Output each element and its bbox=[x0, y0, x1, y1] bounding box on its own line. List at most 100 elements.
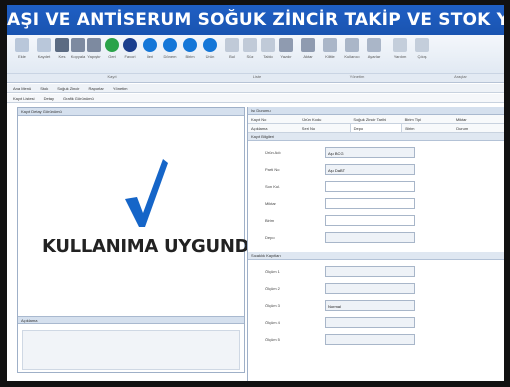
form-field[interactable]: Aşı BCG bbox=[325, 147, 415, 158]
form-label: Ölçüm 3 bbox=[265, 303, 280, 308]
form-label: Depo bbox=[265, 235, 275, 240]
ribbon-button-15[interactable]: Aktar bbox=[297, 38, 319, 59]
star-icon bbox=[123, 38, 137, 52]
form-field[interactable] bbox=[325, 181, 415, 192]
preview-panel-header: Kayıt Detay Görünümü bbox=[18, 108, 244, 116]
detail-panel: Isı Durumu Kayıt No Ürün Kodu Soğuk Zincir… bbox=[247, 107, 504, 381]
form-field[interactable]: Aşı DaBT bbox=[325, 164, 415, 175]
ribbon-toolbar: Ekle Kaydet Kes Kopyala Yapıştır Geri Favori İl… bbox=[7, 35, 504, 83]
circle-icon bbox=[203, 38, 217, 52]
form-label: Ölçüm 5 bbox=[265, 337, 280, 342]
ribbon-button-7[interactable]: İleri bbox=[139, 38, 161, 59]
filter-icon bbox=[243, 38, 257, 52]
ribbon-button-8[interactable]: Dönem bbox=[159, 38, 181, 59]
ribbon-button-label: Kullanıcı bbox=[344, 54, 360, 59]
column-tab[interactable]: Seri No bbox=[299, 124, 350, 132]
menu-item[interactable]: Ana Menü bbox=[13, 86, 31, 91]
form-label: Son Kul. bbox=[265, 184, 281, 189]
column-tab[interactable]: Birim Tipi bbox=[402, 115, 453, 123]
ribbon-button-label: Geri bbox=[108, 54, 116, 59]
ribbon-button-9[interactable]: Birim bbox=[179, 38, 201, 59]
export-icon bbox=[301, 38, 315, 52]
ribbon-button-label: Aktar bbox=[303, 54, 313, 59]
sub-tab[interactable]: Detay bbox=[44, 96, 54, 101]
ribbon-button-label: Birim bbox=[185, 54, 195, 59]
ribbon-button-19[interactable]: Yardım bbox=[389, 38, 411, 59]
lock-icon bbox=[323, 38, 337, 52]
ribbon-button-17[interactable]: Kullanıcı bbox=[341, 38, 363, 59]
help-icon bbox=[393, 38, 407, 52]
status-canvas: KULLANIMA UYGUNDUR bbox=[18, 117, 277, 315]
ribbon-group-label: Yönetim bbox=[297, 73, 417, 82]
form-label: Ölçüm 4 bbox=[265, 320, 280, 325]
ribbon-button-18[interactable]: Ayarlar bbox=[363, 38, 385, 59]
menu-item[interactable]: Raporlar bbox=[88, 86, 103, 91]
ribbon-button-0[interactable]: Ekle bbox=[11, 38, 33, 59]
ribbon-button-16[interactable]: Kilitle bbox=[319, 38, 341, 59]
column-tab[interactable]: Kayıt No bbox=[248, 115, 299, 123]
circle-icon bbox=[183, 38, 197, 52]
sub-tab[interactable]: Grafik Görünümü bbox=[63, 96, 94, 101]
form-label: Ürün Adı bbox=[265, 150, 281, 155]
search-icon bbox=[225, 38, 239, 52]
column-tab[interactable]: Birim bbox=[402, 124, 453, 132]
ribbon-button-label: Yapıştır bbox=[87, 54, 101, 59]
checkmark-icon bbox=[125, 159, 168, 227]
form-field[interactable] bbox=[325, 334, 415, 345]
ribbon-button-20[interactable]: Çıkış bbox=[411, 38, 433, 59]
ribbon-button-label: Kes bbox=[58, 54, 66, 59]
paste-icon bbox=[87, 38, 101, 52]
column-tabs-row2: Açıklama Seri No Depo Birim Durum bbox=[248, 124, 504, 133]
form-label: Ölçüm 1 bbox=[265, 269, 280, 274]
ribbon-button-label: Favori bbox=[124, 54, 136, 59]
form-field[interactable] bbox=[325, 198, 415, 209]
form-field[interactable]: Normal bbox=[325, 300, 415, 311]
temperature-log-form: Ölçüm 1 Ölçüm 2 Ölçüm 3 Normal Ölçüm 4 Ölçüm … bbox=[248, 260, 504, 348]
users-icon bbox=[345, 38, 359, 52]
ribbon-button-label: Yazdır bbox=[280, 54, 292, 59]
record-info-header: Kayıt Bilgileri bbox=[248, 133, 504, 141]
ribbon-button-6[interactable]: Favori bbox=[119, 38, 141, 59]
new-doc-icon bbox=[15, 38, 29, 52]
ribbon-button-10[interactable]: Ürün bbox=[199, 38, 221, 59]
notes-area[interactable] bbox=[22, 330, 240, 370]
column-tab[interactable]: Durum bbox=[453, 124, 504, 132]
form-field[interactable] bbox=[325, 283, 415, 294]
temperature-log-header: Sıcaklık Kayıtları bbox=[248, 252, 504, 260]
menu-item[interactable]: Stok bbox=[40, 86, 48, 91]
circle-icon bbox=[163, 38, 177, 52]
form-field[interactable] bbox=[325, 317, 415, 328]
ribbon-button-label: Tablo bbox=[263, 54, 273, 59]
menu-item[interactable]: Soğuk Zincir bbox=[57, 86, 79, 91]
exit-icon bbox=[415, 38, 429, 52]
form-row: Ölçüm 1 bbox=[248, 263, 504, 280]
menu-item[interactable]: Yönetim bbox=[113, 86, 128, 91]
record-info-form: Ürün Adı Aşı BCG Parti No Aşı DaBT Son Kul. M… bbox=[248, 141, 504, 246]
grid-icon bbox=[261, 38, 275, 52]
ribbon-button-14[interactable]: Yazdır bbox=[275, 38, 297, 59]
form-field[interactable] bbox=[325, 232, 415, 243]
column-tab[interactable]: Soğuk Zincir Tarihi bbox=[350, 115, 401, 123]
form-row: Son Kul. bbox=[248, 178, 504, 195]
app-window: AŞI VE ANTİSERUM SOĞUK ZİNCİR TAKİP VE S… bbox=[7, 5, 504, 381]
ribbon-button-label: Yardım bbox=[393, 54, 407, 59]
form-field[interactable] bbox=[325, 266, 415, 277]
app-title-banner: AŞI VE ANTİSERUM SOĞUK ZİNCİR TAKİP VE S… bbox=[7, 5, 504, 35]
ribbon-button-label: Ekle bbox=[18, 54, 26, 59]
form-field[interactable] bbox=[325, 215, 415, 226]
ribbon-button-label: Ürün bbox=[205, 54, 215, 59]
column-tab[interactable]: Ürün Kodu bbox=[299, 115, 350, 123]
ribbon-group-label: Araçlar bbox=[417, 73, 504, 82]
ribbon-group-label: Liste bbox=[217, 73, 297, 82]
column-tab[interactable]: Depo bbox=[349, 124, 403, 132]
ribbon-button-label: İleri bbox=[146, 54, 154, 59]
column-tab[interactable]: Açıklama bbox=[248, 124, 299, 132]
sub-tab[interactable]: Kayıt Listesi bbox=[13, 96, 35, 101]
column-tab[interactable]: Miktar bbox=[453, 115, 504, 123]
ribbon-button-label: Kaydet bbox=[37, 54, 51, 59]
form-row: Birim bbox=[248, 212, 504, 229]
form-row: Ürün Adı Aşı BCG bbox=[248, 144, 504, 161]
ribbon-button-label: Çıkış bbox=[417, 54, 427, 59]
circle-icon bbox=[143, 38, 157, 52]
detail-panel-header: Isı Durumu bbox=[248, 107, 504, 115]
